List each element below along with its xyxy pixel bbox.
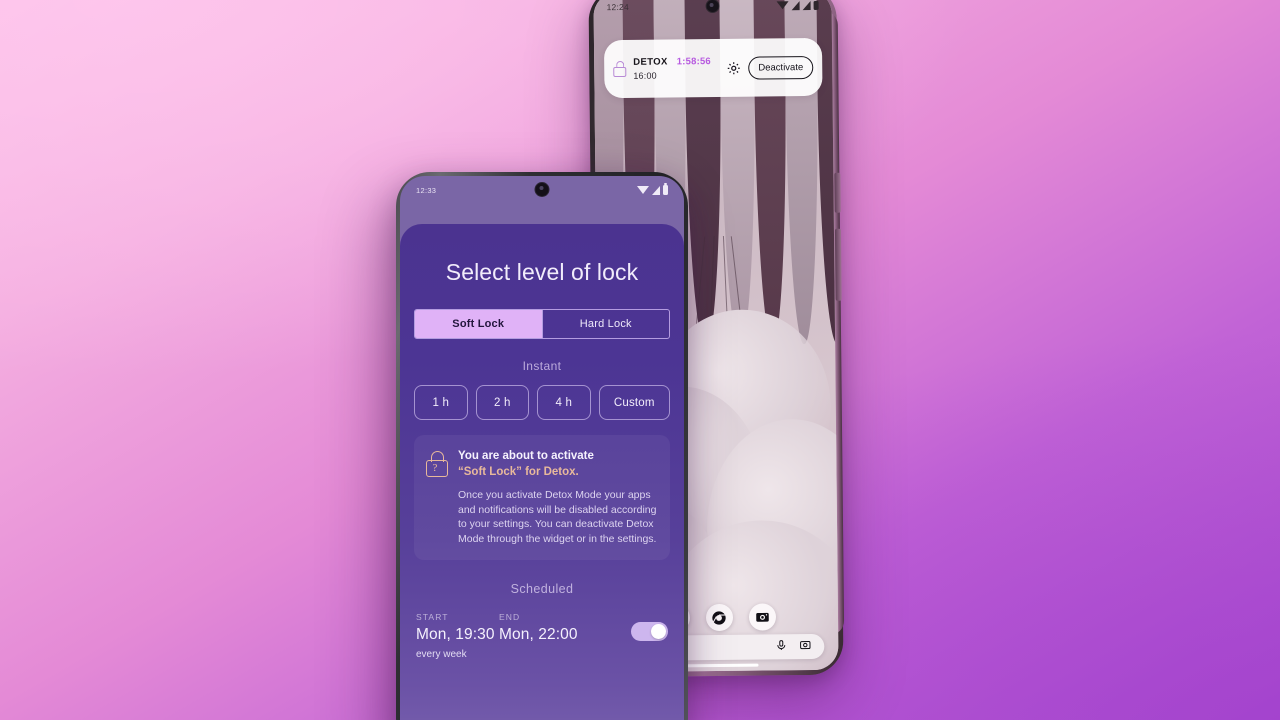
info-card-heading: You are about to activate “Soft Lock” fo… xyxy=(458,449,657,480)
schedule-end-value[interactable]: Mon, 22:00 xyxy=(499,626,599,644)
schedule-repeat-note: every week xyxy=(416,649,467,661)
lock-level-segmented-control[interactable]: Soft Lock Hard Lock xyxy=(414,309,670,339)
status-bar-system-icons xyxy=(776,0,819,10)
schedule-end[interactable]: END Mon, 22:00 xyxy=(499,612,599,644)
wifi-icon xyxy=(636,186,649,194)
front-phone-screen: 12:33 Select level of lock Soft Lock Har… xyxy=(400,176,684,720)
duration-chip-4h[interactable]: 4 h xyxy=(537,385,591,420)
google-lens-icon[interactable] xyxy=(799,638,811,656)
schedule-end-label: END xyxy=(499,612,521,623)
widget-subtitle: 16:00 xyxy=(633,70,657,81)
info-card-heading-line1: You are about to activate xyxy=(458,450,594,462)
schedule-start-label: START xyxy=(416,612,449,623)
camera-icon[interactable] xyxy=(748,603,776,631)
widget-texts: DETOX 1:58:56 16:00 xyxy=(633,56,711,81)
info-card-heading-accent: “Soft Lock” for Detox. xyxy=(458,465,579,478)
schedule-start[interactable]: START Mon, 19:30 every week xyxy=(416,612,499,660)
battery-icon xyxy=(662,183,668,195)
wifi-icon xyxy=(776,1,789,10)
lock-level-sheet: Select level of lock Soft Lock Hard Lock… xyxy=(400,224,684,720)
front-phone-device: 12:33 Select level of lock Soft Lock Har… xyxy=(396,172,688,720)
page-title: Select level of lock xyxy=(445,259,639,285)
scheduled-section-label: Scheduled xyxy=(510,582,574,597)
schedule-row: START Mon, 19:30 every week END Mon, 22:… xyxy=(414,612,670,660)
chrome-icon[interactable] xyxy=(705,603,733,632)
widget-timer: 1:58:56 xyxy=(676,56,711,68)
widget-title: DETOX xyxy=(633,56,668,68)
tab-soft-lock[interactable]: Soft Lock xyxy=(415,310,542,338)
tab-hard-lock[interactable]: Hard Lock xyxy=(541,310,670,338)
schedule-start-value[interactable]: Mon, 19:30 xyxy=(416,626,499,644)
power-button[interactable] xyxy=(834,172,841,213)
duration-chip-2h[interactable]: 2 h xyxy=(475,385,529,420)
volume-button[interactable] xyxy=(834,228,842,301)
signal-icon xyxy=(791,0,800,10)
instant-duration-options: 1 h 2 h 4 h Custom xyxy=(414,385,671,420)
detox-widget[interactable]: DETOX 1:58:56 16:00 Deactivate xyxy=(603,37,823,99)
activation-info-card: ? You are about to activate “Soft Lock” … xyxy=(414,435,670,561)
signal-icon-2 xyxy=(802,0,811,10)
duration-chip-custom[interactable]: Custom xyxy=(598,385,671,420)
battery-icon xyxy=(813,0,819,10)
status-bar-clock: 12:24 xyxy=(606,1,629,13)
info-card-text: Once you activate Detox Mode your apps a… xyxy=(458,489,657,545)
gear-icon[interactable] xyxy=(726,60,741,75)
duration-chip-1h[interactable]: 1 h xyxy=(414,385,468,420)
lock-icon xyxy=(613,60,627,78)
schedule-toggle[interactable] xyxy=(631,622,668,642)
deactivate-button[interactable]: Deactivate xyxy=(748,55,814,80)
status-bar-system-icons xyxy=(636,183,668,195)
microphone-icon[interactable] xyxy=(775,638,787,656)
instant-section-label: Instant xyxy=(522,359,562,373)
signal-icon xyxy=(651,185,660,195)
screenshot-canvas: 12:24 DETOX 1:58:56 16:00 Deactivate 12:… xyxy=(0,0,1280,720)
info-card-body: You are about to activate “Soft Lock” fo… xyxy=(458,449,657,546)
status-bar-clock: 12:33 xyxy=(416,185,437,195)
lock-question-icon: ? xyxy=(426,451,448,477)
front-phone-status-bar: 12:33 xyxy=(400,176,684,204)
